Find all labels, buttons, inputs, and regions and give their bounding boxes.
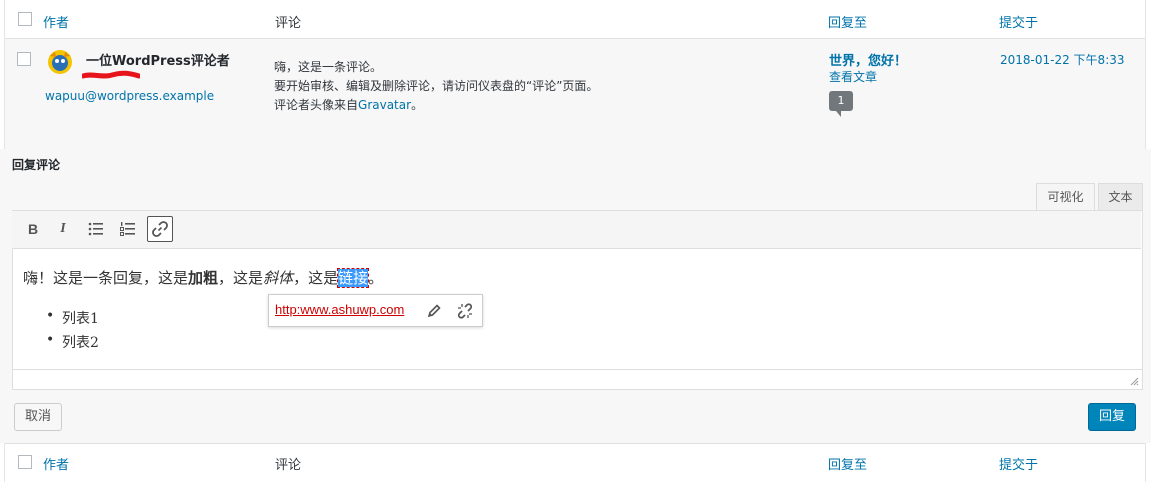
content-link-selected[interactable]: 链接 [337, 268, 370, 288]
gravatar-link[interactable]: Gravatar [358, 98, 411, 112]
resize-handle-icon[interactable] [1130, 377, 1139, 386]
select-all-checkbox-bottom[interactable] [18, 455, 32, 469]
comment-text-line1: 嗨，这是一条评论。 [274, 60, 383, 74]
tab-text[interactable]: 文本 [1098, 183, 1143, 210]
comment-text-line3-suffix: 。 [411, 98, 424, 112]
bullet-list-button[interactable] [83, 216, 109, 242]
content-end: 。 [368, 269, 384, 287]
comment-text-line2: 要开始审核、编辑及删除评论，请访问仪表盘的“评论”页面。 [274, 79, 599, 93]
numbered-list-icon [120, 222, 135, 236]
select-all-checkbox[interactable] [18, 12, 32, 26]
link-icon [152, 221, 168, 237]
column-in-response-to-link-bottom[interactable]: 回复至 [828, 454, 867, 473]
content-italic: 斜体 [263, 269, 294, 287]
column-submitted-link-bottom[interactable]: 提交于 [999, 454, 1038, 473]
content-prefix: 嗨！这是一条回复，这是 [23, 269, 189, 287]
submitted-date-link[interactable]: 2018-01-22 下午8:33 [1000, 51, 1125, 68]
comment-text-line3-prefix: 评论者头像来自 [274, 98, 359, 112]
content-bold: 加粗 [188, 269, 219, 287]
table-header-bottom: 作者 评论 回复至 提交于 [4, 443, 1146, 482]
tab-visual[interactable]: 可视化 [1036, 183, 1095, 210]
column-author-link[interactable]: 作者 [43, 12, 69, 31]
numbered-list-button[interactable] [115, 216, 141, 242]
redaction-scribble [82, 70, 140, 79]
column-comment-label-bottom: 评论 [275, 458, 302, 473]
cancel-button[interactable]: 取消 [14, 403, 62, 431]
pencil-icon[interactable] [426, 303, 442, 319]
table-header-top: 作者 评论 回复至 提交于 [5, 0, 1145, 39]
list-item: 列表1 [46, 308, 99, 328]
comment-count-bubble-tail [836, 111, 841, 117]
link-url[interactable]: http:www.ashuwp.com [275, 302, 404, 317]
list-item: 列表2 [46, 332, 99, 352]
content-mid2: ，这是 [293, 269, 339, 287]
column-author-link-bottom[interactable]: 作者 [43, 454, 69, 473]
italic-button[interactable]: I [50, 216, 76, 242]
comment-author-name: 一位WordPress评论者 [86, 54, 230, 69]
list-item-text: 列表2 [62, 335, 99, 351]
comment-count-bubble[interactable]: 1 [829, 91, 853, 111]
editor-statusbar [12, 369, 1143, 370]
reply-title: 回复评论 [12, 158, 61, 172]
comment-text-line3: 评论者头像来自Gravatar。 [274, 96, 423, 113]
wapuu-avatar [48, 50, 72, 74]
column-submitted-link[interactable]: 提交于 [999, 12, 1038, 31]
comment-checkbox[interactable] [17, 52, 31, 66]
comment-author-email[interactable]: wapuu@wordpress.example [45, 89, 214, 103]
content-mid: ，这是 [218, 269, 264, 287]
view-post-link[interactable]: 查看文章 [829, 68, 877, 85]
bullet-list-icon [88, 222, 103, 236]
unlink-icon[interactable] [456, 302, 474, 320]
list-item-text: 列表1 [62, 311, 99, 327]
post-title-link[interactable]: 世界，您好！ [829, 50, 907, 69]
reply-submit-button[interactable]: 回复 [1088, 403, 1136, 431]
editor-content-line: 嗨！这是一条回复，这是加粗，这是斜体，这是链接。 [23, 267, 383, 288]
column-comment-label: 评论 [275, 16, 302, 31]
editor-toolbar [12, 211, 1141, 249]
bold-button[interactable]: B [20, 216, 46, 242]
link-button[interactable] [147, 216, 173, 242]
column-in-response-to-link[interactable]: 回复至 [828, 12, 867, 31]
